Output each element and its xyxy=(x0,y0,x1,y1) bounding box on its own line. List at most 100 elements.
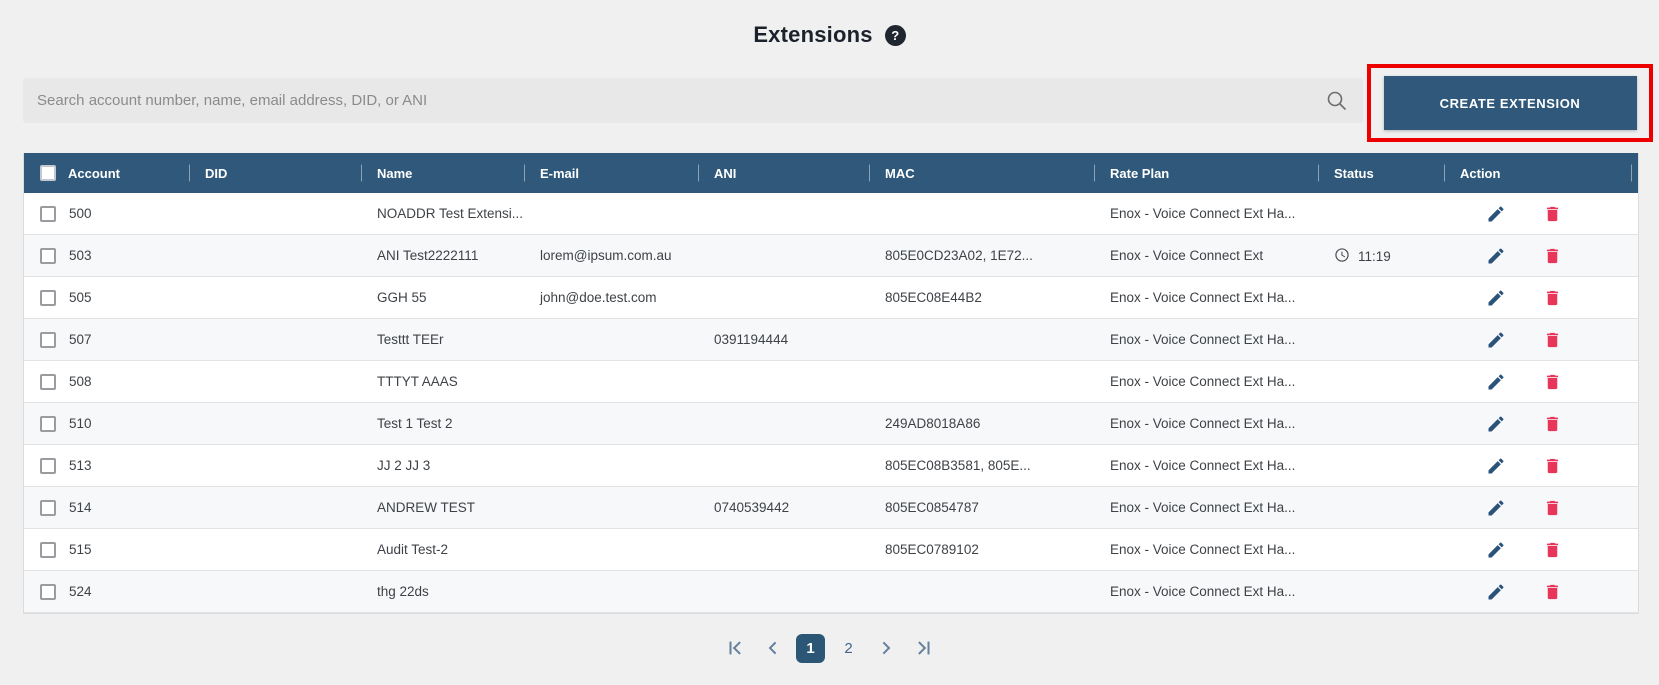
rate-plan-cell: Enox - Voice Connect Ext Ha... xyxy=(1094,319,1318,361)
status-cell xyxy=(1318,445,1444,487)
delete-button[interactable] xyxy=(1543,456,1562,476)
delete-button[interactable] xyxy=(1543,246,1562,266)
row-checkbox[interactable] xyxy=(40,542,56,558)
table-header-row: Account DID Name E-mail ANI MAC Rate Pla… xyxy=(24,153,1638,193)
email-cell xyxy=(524,445,698,487)
select-all-checkbox[interactable] xyxy=(40,165,56,181)
did-cell xyxy=(189,277,361,319)
rate-plan-cell: Enox - Voice Connect Ext Ha... xyxy=(1094,403,1318,445)
mac-cell: 805EC0854787 xyxy=(869,487,1094,529)
create-extension-button[interactable]: CREATE EXTENSION xyxy=(1384,76,1637,130)
mac-cell xyxy=(869,361,1094,403)
edit-button[interactable] xyxy=(1486,330,1506,350)
status-cell xyxy=(1318,319,1444,361)
mac-cell: 805EC0789102 xyxy=(869,529,1094,571)
action-cell xyxy=(1444,361,1631,403)
delete-button[interactable] xyxy=(1543,498,1562,518)
row-checkbox[interactable] xyxy=(40,416,56,432)
row-checkbox[interactable] xyxy=(40,374,56,390)
name-cell: GGH 55 xyxy=(361,277,524,319)
rate-plan-cell: Enox - Voice Connect Ext xyxy=(1094,235,1318,277)
table-row: 513 JJ 2 JJ 3 805EC08B3581, 805E... Enox… xyxy=(24,445,1638,487)
edit-button[interactable] xyxy=(1486,498,1506,518)
rate-plan-cell: Enox - Voice Connect Ext Ha... xyxy=(1094,487,1318,529)
ani-cell xyxy=(698,193,869,235)
last-page-button[interactable] xyxy=(909,633,937,663)
action-cell xyxy=(1444,445,1631,487)
email-cell xyxy=(524,193,698,235)
edit-button[interactable] xyxy=(1486,456,1506,476)
row-checkbox[interactable] xyxy=(40,206,56,222)
row-checkbox[interactable] xyxy=(40,248,56,264)
row-checkbox[interactable] xyxy=(40,290,56,306)
search-input[interactable] xyxy=(23,78,1325,123)
name-cell: Testtt TEEr xyxy=(361,319,524,361)
did-cell xyxy=(189,403,361,445)
table-row: 514 ANDREW TEST 0740539442 805EC0854787 … xyxy=(24,487,1638,529)
edit-button[interactable] xyxy=(1486,582,1506,602)
row-checkbox[interactable] xyxy=(40,458,56,474)
spacer-cell xyxy=(1631,487,1638,529)
help-icon[interactable]: ? xyxy=(885,25,906,46)
account-cell: 505 xyxy=(24,277,189,319)
page-button-2[interactable]: 2 xyxy=(834,634,863,663)
action-cell xyxy=(1444,403,1631,445)
account-cell: 513 xyxy=(24,445,189,487)
account-cell: 514 xyxy=(24,487,189,529)
spacer-cell xyxy=(1631,529,1638,571)
mac-cell xyxy=(869,193,1094,235)
spacer-cell xyxy=(1631,193,1638,235)
rate-plan-cell: Enox - Voice Connect Ext Ha... xyxy=(1094,529,1318,571)
delete-button[interactable] xyxy=(1543,288,1562,308)
edit-button[interactable] xyxy=(1486,246,1506,266)
spacer-cell xyxy=(1631,361,1638,403)
table-row: 507 Testtt TEEr 0391194444 Enox - Voice … xyxy=(24,319,1638,361)
page-header: Extensions ? xyxy=(0,22,1659,48)
row-checkbox[interactable] xyxy=(40,332,56,348)
name-cell: TTTYT AAAS xyxy=(361,361,524,403)
did-cell xyxy=(189,445,361,487)
action-cell xyxy=(1444,319,1631,361)
rate-plan-cell: Enox - Voice Connect Ext Ha... xyxy=(1094,193,1318,235)
spacer-cell xyxy=(1631,571,1638,613)
status-cell xyxy=(1318,277,1444,319)
edit-button[interactable] xyxy=(1486,372,1506,392)
ani-cell xyxy=(698,445,869,487)
edit-button[interactable] xyxy=(1486,540,1506,560)
name-cell: Audit Test-2 xyxy=(361,529,524,571)
status-cell xyxy=(1318,193,1444,235)
column-header-ani: ANI xyxy=(698,153,869,193)
action-cell xyxy=(1444,277,1631,319)
account-cell: 524 xyxy=(24,571,189,613)
did-cell xyxy=(189,361,361,403)
spacer-cell xyxy=(1631,403,1638,445)
edit-button[interactable] xyxy=(1486,414,1506,434)
status-cell: 11:19 xyxy=(1318,235,1444,277)
delete-button[interactable] xyxy=(1543,372,1562,392)
mac-cell xyxy=(869,571,1094,613)
next-page-button[interactable] xyxy=(872,633,900,663)
name-cell: NOADDR Test Extensi... xyxy=(361,193,524,235)
table-row: 515 Audit Test-2 805EC0789102 Enox - Voi… xyxy=(24,529,1638,571)
edit-button[interactable] xyxy=(1486,288,1506,308)
prev-page-button[interactable] xyxy=(759,633,787,663)
rate-plan-cell: Enox - Voice Connect Ext Ha... xyxy=(1094,361,1318,403)
delete-button[interactable] xyxy=(1543,414,1562,434)
row-checkbox[interactable] xyxy=(40,584,56,600)
table-row: 524 thg 22ds Enox - Voice Connect Ext Ha… xyxy=(24,571,1638,613)
delete-button[interactable] xyxy=(1543,540,1562,560)
page-title: Extensions xyxy=(753,22,872,48)
row-checkbox[interactable] xyxy=(40,500,56,516)
account-value: 514 xyxy=(69,500,92,515)
delete-button[interactable] xyxy=(1543,204,1562,224)
edit-button[interactable] xyxy=(1486,204,1506,224)
column-header-spacer xyxy=(1631,153,1638,193)
search-icon[interactable] xyxy=(1325,89,1349,113)
first-page-button[interactable] xyxy=(722,633,750,663)
delete-button[interactable] xyxy=(1543,582,1562,602)
status-cell xyxy=(1318,571,1444,613)
page-button-1[interactable]: 1 xyxy=(796,634,825,663)
delete-button[interactable] xyxy=(1543,330,1562,350)
name-cell: JJ 2 JJ 3 xyxy=(361,445,524,487)
email-cell: lorem@ipsum.com.au xyxy=(524,235,698,277)
